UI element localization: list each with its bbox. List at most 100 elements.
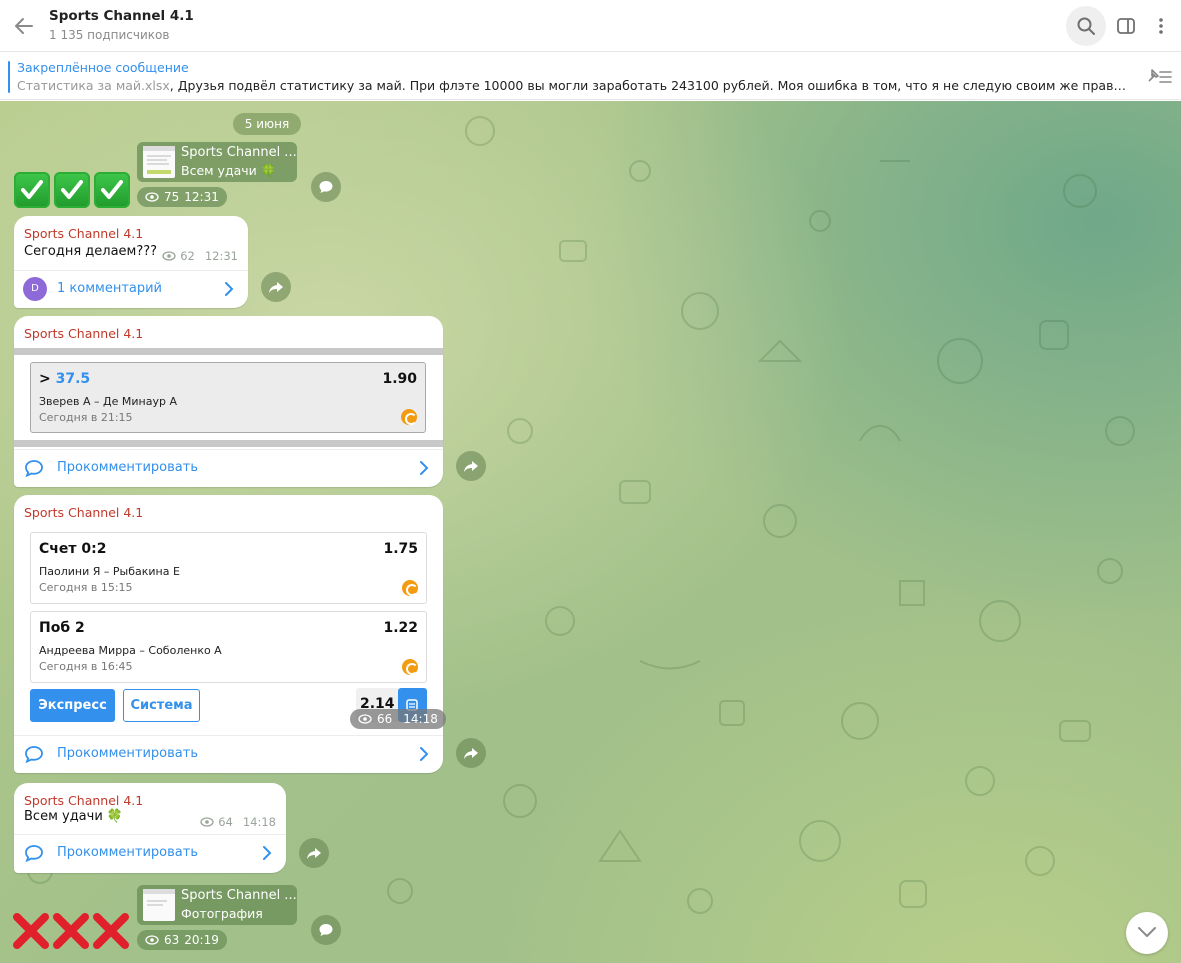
message-bubble[interactable]: Sports Channel 4.1 Сегодня делаем??? 62 … (14, 216, 248, 308)
pinned-preview: Статистика за май.xlsx, Друзья подвёл ст… (17, 78, 1127, 93)
chevron-right-icon (225, 282, 234, 296)
comment-link[interactable]: Прокомментировать (14, 834, 286, 872)
cross-mark-icon (52, 912, 90, 950)
bet-market: Поб 2 (39, 620, 85, 636)
chevron-down-icon (1138, 927, 1156, 937)
side-panel-button[interactable] (1106, 6, 1146, 46)
comment-bubble-icon (25, 845, 43, 862)
forward-button[interactable] (299, 838, 329, 868)
bet-market: > 37.5 (39, 371, 90, 387)
pinned-label: Закреплённое сообщение (17, 60, 189, 75)
comments-count[interactable]: 1 комментарий (57, 281, 162, 296)
comment-label[interactable]: Прокомментировать (57, 746, 198, 761)
eye-icon (145, 192, 159, 202)
comments-button[interactable] (311, 172, 341, 202)
bet-match: Паолини Я – Рыбакина Е (39, 565, 180, 578)
chat-area[interactable]: 5 июня Sports Channel ... Всем удачи 🍀 7… (0, 101, 1181, 963)
check-mark-icon (94, 172, 130, 208)
bet-card: Поб 2 1.22 Андреева Мирра – Соболенко А … (30, 611, 427, 683)
forward-button[interactable] (456, 451, 486, 481)
views-count: 66 (377, 712, 393, 726)
pinned-file-name: Статистика за май.xlsx (17, 78, 170, 93)
eye-icon (145, 935, 159, 945)
reply-thumbnail (143, 889, 175, 921)
forward-button[interactable] (456, 738, 486, 768)
pinned-text: , Друзья подвёл статистику за май. При ф… (169, 78, 1127, 93)
comment-bubble-icon (25, 460, 43, 477)
chat-header: Sports Channel 4.1 1 135 подписчиков (0, 0, 1181, 52)
channel-title[interactable]: Sports Channel 4.1 (49, 8, 194, 24)
date-separator: 5 июня (233, 113, 301, 135)
bet-odds: 1.90 (382, 371, 417, 387)
views-count: 75 (164, 190, 180, 204)
back-arrow-icon[interactable] (12, 14, 36, 38)
bookmaker-logo-icon (402, 659, 418, 675)
forward-arrow-icon (269, 282, 283, 293)
comment-bubble-icon (319, 181, 333, 193)
chevron-right-icon (263, 846, 272, 860)
message-time: 12:31 (184, 190, 219, 204)
message-meta: 64 14:18 (200, 815, 276, 829)
forward-arrow-icon (307, 848, 321, 859)
comment-bubble-icon (25, 746, 43, 763)
message-meta: 63 20:19 (137, 930, 227, 950)
chevron-right-icon (420, 461, 429, 475)
comment-link[interactable]: Прокомментировать (14, 735, 443, 773)
bet-match: Зверев А – Де Минаур А (39, 395, 177, 408)
bet-card: Счет 0:2 1.75 Паолини Я – Рыбакина Е Сег… (30, 532, 427, 604)
eye-icon (162, 251, 176, 261)
bookmaker-logo-icon (402, 580, 418, 596)
message-time: 14:18 (242, 815, 276, 829)
reply-preview[interactable]: Sports Channel ... Всем удачи 🍀 (137, 142, 297, 182)
reply-text: Всем удачи 🍀 (181, 163, 277, 178)
comments-button[interactable] (311, 915, 341, 945)
bet-market-value: 37.5 (55, 371, 91, 387)
bet-match: Андреева Мирра – Соболенко А (39, 644, 222, 657)
search-button[interactable] (1066, 6, 1106, 46)
more-options-button[interactable] (1141, 6, 1181, 46)
bet-time: Сегодня в 21:15 (39, 411, 133, 424)
comment-bubble-icon (319, 924, 333, 936)
check-mark-icon (14, 172, 50, 208)
forward-arrow-icon (464, 461, 478, 472)
subscriber-count: 1 135 подписчиков (49, 28, 170, 42)
views-count: 62 (180, 249, 195, 263)
pinned-message[interactable]: Закреплённое сообщение Статистика за май… (0, 53, 1181, 100)
comment-link[interactable]: Прокомментировать (14, 449, 443, 487)
eye-icon (200, 817, 214, 827)
message-sender[interactable]: Sports Channel 4.1 (24, 505, 143, 520)
message-sender[interactable]: Sports Channel 4.1 (24, 326, 143, 341)
bet-image[interactable]: > 37.5 1.90 Зверев А – Де Минаур А Сегод… (14, 348, 443, 447)
message-meta: 62 12:31 (162, 249, 238, 263)
more-vertical-icon (1159, 18, 1163, 34)
bookmaker-logo-icon (401, 409, 417, 425)
reply-sender: Sports Channel ... (181, 888, 297, 903)
system-button[interactable]: Система (123, 689, 200, 722)
message-time: 12:31 (204, 249, 238, 263)
bet-time: Сегодня в 15:15 (39, 581, 133, 594)
message-bubble[interactable]: Sports Channel 4.1 Счет 0:2 1.75 Паолини… (14, 495, 446, 773)
cross-mark-icon (12, 912, 50, 950)
comments-link[interactable]: D 1 комментарий (14, 270, 248, 308)
comment-label[interactable]: Прокомментировать (57, 845, 198, 860)
message-sender[interactable]: Sports Channel 4.1 (24, 793, 143, 808)
bet-market-prefix: > (39, 371, 51, 387)
bet-market: Счет 0:2 (39, 541, 107, 557)
check-mark-icon (54, 172, 90, 208)
reply-preview[interactable]: Sports Channel ... Фотография (137, 885, 297, 925)
avatar: D (23, 277, 47, 301)
pinned-indicator (8, 61, 10, 93)
message-bubble[interactable]: Sports Channel 4.1 Всем удачи 🍀 64 14:18… (14, 783, 286, 873)
scroll-to-bottom-button[interactable] (1126, 912, 1168, 954)
views-count: 64 (218, 815, 233, 829)
message-sender[interactable]: Sports Channel 4.1 (24, 226, 143, 241)
eye-icon (358, 714, 372, 724)
comment-label[interactable]: Прокомментировать (57, 460, 198, 475)
reply-thumbnail (143, 146, 175, 178)
express-button[interactable]: Экспресс (30, 689, 115, 722)
forward-button[interactable] (261, 272, 291, 302)
chevron-right-icon (420, 747, 429, 761)
pin-list-icon[interactable] (1146, 66, 1174, 90)
message-bubble[interactable]: Sports Channel 4.1 > 37.5 1.90 Зверев А … (14, 316, 443, 487)
message-text: Всем удачи 🍀 (24, 809, 124, 824)
